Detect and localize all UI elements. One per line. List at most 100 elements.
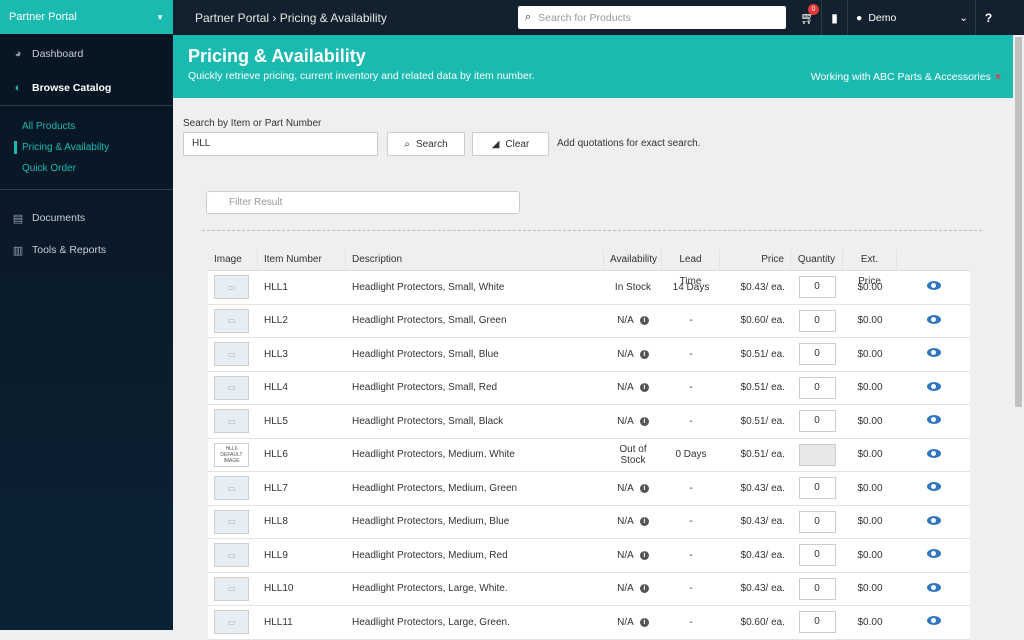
price: $0.43/ ea. [740, 516, 785, 528]
search-button-label: Search [415, 138, 448, 150]
lead-time: - [689, 583, 693, 595]
product-thumbnail[interactable]: ▭ [214, 342, 249, 367]
eye-icon[interactable] [926, 314, 941, 324]
eye-icon[interactable] [926, 348, 941, 358]
price: $0.60/ ea. [740, 616, 785, 628]
eye-icon[interactable] [926, 616, 941, 626]
availability-cell: In Stock [604, 282, 662, 293]
product-thumbnail[interactable]: ▭ [214, 509, 249, 534]
price: $0.43/ ea. [740, 549, 785, 561]
dashboard-icon: ◕ [14, 48, 22, 60]
cart-button[interactable]: 🛒︎ 0 [795, 0, 821, 35]
ext-price: $0.00 [857, 382, 883, 394]
subnav-all-products[interactable]: All Products [22, 116, 173, 137]
lead-time: 0 Days [675, 449, 707, 461]
sidebar-item-label: Tools & Reports [32, 244, 107, 256]
sidebar-item-browse-catalog[interactable]: ◐ Browse Catalog [0, 70, 173, 106]
item-number: HLL3 [264, 348, 288, 360]
item-description: Headlight Protectors, Medium, White [352, 449, 515, 461]
quantity-input[interactable]: 0 [798, 309, 836, 332]
product-thumbnail[interactable]: ▭ [214, 610, 249, 635]
user-menu[interactable]: ● Demo ⌄ [847, 0, 975, 35]
table-row: ▭ HLL4 Headlight Protectors, Small, Red N/A… [208, 371, 970, 405]
lead-time: - [689, 616, 693, 628]
info-icon[interactable]: i [639, 617, 649, 627]
column-header: Quantity [791, 248, 843, 271]
lead-time: - [689, 382, 693, 394]
close-icon[interactable]: × [995, 71, 1001, 83]
image-cell: ▭ [208, 610, 258, 635]
product-thumbnail[interactable]: HLL6 DEFAULT IMAGE [214, 442, 249, 467]
product-thumbnail[interactable]: ▭ [214, 275, 249, 300]
info-icon[interactable]: i [639, 316, 649, 326]
product-thumbnail[interactable]: ▭ [214, 375, 249, 400]
image-placeholder-icon: ▭ [227, 483, 236, 493]
sidebar-item-dashboard[interactable]: ◕ Dashboard [0, 38, 173, 70]
eye-icon[interactable] [926, 448, 941, 458]
eye-icon[interactable] [926, 549, 941, 559]
item-description: Headlight Protectors, Medium, Red [352, 549, 508, 561]
document-icon: ▤ [12, 212, 24, 225]
product-thumbnail[interactable]: ▭ [214, 409, 249, 434]
subnav-quick-order[interactable]: Quick Order [22, 158, 173, 179]
scrollbar[interactable] [1013, 35, 1024, 630]
ext-price: $0.00 [857, 583, 883, 595]
scrollbar-thumb[interactable] [1015, 37, 1022, 407]
quantity-input[interactable]: 0 [798, 410, 836, 433]
product-thumbnail[interactable]: ▭ [214, 576, 249, 601]
eye-icon[interactable] [926, 582, 941, 592]
bookmark-button[interactable]: ▮ [821, 0, 847, 35]
lead-time: - [689, 348, 693, 360]
eye-icon[interactable] [926, 381, 941, 391]
portal-switcher[interactable]: Partner Portal ▼ [0, 0, 173, 34]
quantity-input[interactable]: 0 [798, 510, 836, 533]
info-icon[interactable]: i [639, 416, 649, 426]
image-placeholder-icon: ▭ [227, 416, 236, 426]
info-icon[interactable]: i [639, 550, 649, 560]
filter-result-input[interactable]: Filter Result [206, 191, 520, 214]
quantity-cell: 0 [791, 376, 843, 399]
image-placeholder-icon: ▭ [227, 550, 236, 560]
image-cell: ▭ [208, 476, 258, 501]
search-hint: Add quotations for exact search. [557, 138, 701, 149]
help-button[interactable]: ? [975, 0, 1001, 35]
top-bar: Partner Portal › Pricing & Availability … [173, 0, 1024, 35]
info-icon[interactable]: i [639, 483, 649, 493]
price: $0.51/ ea. [740, 382, 785, 394]
price: $0.43/ ea. [740, 482, 785, 494]
product-search-input[interactable]: ⌕ Search for Products [518, 6, 786, 29]
quantity-input[interactable]: 0 [798, 376, 836, 399]
product-thumbnail[interactable]: ▭ [214, 308, 249, 333]
view-cell [897, 448, 970, 461]
availability-cell: N/A i [604, 349, 662, 360]
info-icon[interactable]: i [639, 383, 649, 393]
quantity-input[interactable]: 0 [798, 544, 836, 567]
eye-icon[interactable] [926, 415, 941, 425]
quantity-input[interactable]: 0 [798, 477, 836, 500]
item-number: HLL5 [264, 415, 288, 427]
info-icon[interactable]: i [639, 584, 649, 594]
sidebar-item-documents[interactable]: ▤ Documents [0, 202, 173, 234]
sidebar-item-tools-reports[interactable]: ▥ Tools & Reports [0, 234, 173, 266]
view-cell [897, 582, 970, 595]
item-number: HLL10 [264, 583, 294, 595]
info-icon[interactable]: i [639, 349, 649, 359]
eye-icon[interactable] [926, 482, 941, 492]
item-search-input[interactable]: HLL [183, 132, 378, 156]
eraser-icon: ◢ [491, 138, 500, 150]
item-description: Headlight Protectors, Large, Green. [352, 616, 510, 628]
info-icon[interactable]: i [639, 517, 649, 527]
clear-button[interactable]: ◢ Clear [472, 132, 549, 156]
image-placeholder-icon: ▭ [227, 584, 236, 594]
product-thumbnail[interactable]: ▭ [214, 543, 249, 568]
subnav-pricing-availability[interactable]: Pricing & Availabilty [14, 137, 173, 158]
image-cell: ▭ [208, 342, 258, 367]
product-thumbnail[interactable]: ▭ [214, 476, 249, 501]
search-button[interactable]: ⌕ Search [387, 132, 465, 156]
quantity-input[interactable]: 0 [798, 276, 836, 299]
price: $0.51/ ea. [740, 415, 785, 427]
quantity-input[interactable]: 0 [798, 343, 836, 366]
eye-icon[interactable] [926, 281, 941, 291]
quantity-input[interactable]: 0 [798, 577, 836, 600]
eye-icon[interactable] [926, 515, 941, 525]
